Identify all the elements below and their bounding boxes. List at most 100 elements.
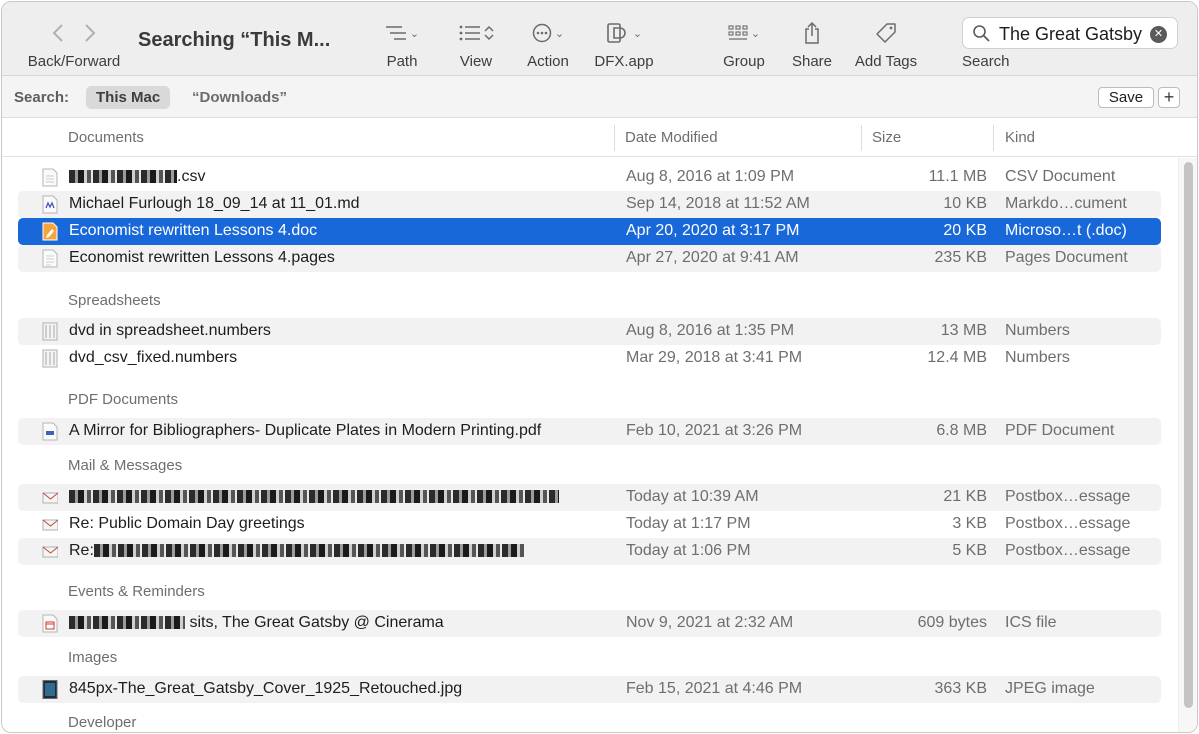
mail-message-icon — [42, 546, 58, 558]
file-kind: Postbox…essage — [1005, 515, 1131, 532]
redacted-text — [69, 616, 185, 630]
dfx-app-button[interactable]: ⌄ DFX.app — [586, 2, 662, 76]
table-row[interactable]: A Mirror for Bibliographers- Duplicate P… — [18, 418, 1161, 445]
table-row[interactable]: Economist rewritten Lessons 4.pages Apr … — [18, 245, 1161, 272]
file-size: 20 KB — [943, 222, 987, 239]
group-header-spreadsheets: Spreadsheets — [68, 292, 161, 309]
file-name: Re: — [69, 542, 94, 559]
vertical-scrollbar[interactable] — [1178, 158, 1197, 732]
file-size: 609 bytes — [917, 614, 987, 631]
date-modified: Apr 20, 2020 at 3:17 PM — [626, 222, 800, 239]
mail-message-icon — [42, 519, 58, 531]
table-row-selected[interactable]: Economist rewritten Lessons 4.doc Apr 20… — [18, 218, 1161, 245]
add-criteria-button[interactable]: + — [1158, 87, 1180, 108]
column-divider[interactable] — [614, 125, 615, 151]
file-size: 11.1 MB — [928, 168, 987, 185]
table-row[interactable]: Michael Furlough 18_09_14 at 11_01.md Se… — [18, 191, 1161, 218]
file-name: Re: Public Domain Day greetings — [69, 515, 305, 532]
scrollbar-thumb[interactable] — [1184, 162, 1193, 708]
column-date-modified[interactable]: Date Modified — [625, 129, 718, 146]
file-kind: ICS file — [1005, 614, 1057, 631]
file-kind: Numbers — [1005, 322, 1070, 339]
file-kind: Postbox…essage — [1005, 542, 1131, 559]
add-tags-button[interactable]: Add Tags — [848, 2, 924, 76]
file-name: Economist rewritten Lessons 4.doc — [69, 222, 318, 239]
results-list: .csv Aug 8, 2016 at 1:09 PM 11.1 MB CSV … — [2, 158, 1178, 732]
chevron-right-icon[interactable] — [84, 23, 96, 43]
chevron-down-icon: ⌄ — [632, 27, 643, 40]
file-name: dvd_csv_fixed.numbers — [69, 349, 238, 366]
mail-message-icon — [42, 492, 58, 504]
toolbar: Back/Forward Searching “This M... ⌄ Path… — [2, 2, 1197, 76]
scope-downloads-button[interactable]: “Downloads” — [192, 89, 287, 106]
file-name: Economist rewritten Lessons 4.pages — [69, 249, 335, 266]
table-row[interactable]: Re: Today at 1:06 PM 5 KB Postbox…essage — [18, 538, 1161, 565]
date-modified: Feb 10, 2021 at 3:26 PM — [626, 422, 803, 439]
search-field[interactable]: ✕ — [962, 17, 1178, 49]
numbers-file-icon — [42, 322, 58, 341]
file-size: 3 KB — [952, 515, 987, 532]
redacted-text — [93, 544, 524, 558]
chevron-down-icon: ⌄ — [554, 27, 565, 40]
back-forward-control[interactable]: Back/Forward — [20, 2, 128, 76]
image-file-icon — [42, 680, 58, 699]
date-modified: Feb 15, 2021 at 4:46 PM — [626, 680, 803, 697]
redacted-text — [69, 170, 177, 184]
file-kind: CSV Document — [1005, 168, 1116, 185]
date-modified: Today at 1:17 PM — [626, 515, 751, 532]
file-kind: Numbers — [1005, 349, 1070, 366]
file-size: 10 KB — [943, 195, 987, 212]
group-button[interactable]: ⌄ Group — [716, 2, 772, 76]
column-kind[interactable]: Kind — [1005, 129, 1035, 146]
table-row[interactable]: dvd_csv_fixed.numbers Mar 29, 2018 at 3:… — [18, 345, 1161, 372]
date-modified: Apr 27, 2020 at 9:41 AM — [626, 249, 799, 266]
action-button[interactable]: ⌄ Action — [520, 2, 576, 76]
file-kind: Postbox…essage — [1005, 488, 1131, 505]
add-tags-label: Add Tags — [854, 53, 918, 70]
column-header: Documents Date Modified Size Kind — [2, 119, 1197, 157]
file-name: .csv — [177, 168, 206, 185]
pdf-file-icon — [42, 422, 58, 441]
view-button[interactable]: View — [448, 2, 504, 76]
doc-file-icon — [42, 222, 58, 241]
table-row[interactable]: Today at 10:39 AM 21 KB Postbox…essage — [18, 484, 1161, 511]
table-row[interactable]: dvd in spreadsheet.numbers Aug 8, 2016 a… — [18, 318, 1161, 345]
date-modified: Today at 1:06 PM — [626, 542, 751, 559]
group-header-mail-messages: Mail & Messages — [68, 457, 183, 474]
file-size: 5 KB — [952, 542, 987, 559]
table-row[interactable]: 845px-The_Great_Gatsby_Cover_1925_Retouc… — [18, 676, 1161, 703]
redacted-text — [69, 490, 559, 504]
search-label: Search — [962, 53, 1010, 70]
column-size[interactable]: Size — [872, 129, 901, 146]
table-row[interactable]: sits, The Great Gatsby @ Cinerama Nov 9,… — [18, 610, 1161, 637]
search-input[interactable] — [999, 22, 1149, 46]
date-modified: Mar 29, 2018 at 3:41 PM — [626, 349, 803, 366]
window-title: Searching “This M... — [138, 29, 331, 51]
finder-window: Back/Forward Searching “This M... ⌄ Path… — [1, 1, 1198, 733]
table-row[interactable]: Re: Public Domain Day greetings Today at… — [18, 511, 1161, 538]
clear-search-icon[interactable]: ✕ — [1150, 26, 1167, 43]
dfx-app-label: DFX.app — [594, 53, 654, 70]
file-kind: JPEG image — [1005, 680, 1095, 697]
search-scope-bar: Search: This Mac “Downloads” Save + — [2, 76, 1197, 118]
file-size: 21 KB — [943, 488, 987, 505]
scope-this-mac-button[interactable]: This Mac — [86, 86, 171, 109]
file-name: A Mirror for Bibliographers- Duplicate P… — [69, 422, 542, 439]
column-divider[interactable] — [861, 125, 862, 151]
column-documents[interactable]: Documents — [68, 129, 144, 146]
table-row[interactable]: .csv Aug 8, 2016 at 1:09 PM 11.1 MB CSV … — [18, 164, 1161, 191]
calendar-file-icon — [42, 614, 58, 633]
file-size: 235 KB — [934, 249, 987, 266]
path-button[interactable]: ⌄ Path — [374, 2, 430, 76]
column-divider[interactable] — [993, 125, 994, 151]
chevron-down-icon: ⌄ — [409, 27, 420, 40]
save-search-button[interactable]: Save — [1098, 87, 1154, 108]
numbers-file-icon — [42, 349, 58, 368]
share-button[interactable]: Share — [788, 2, 836, 76]
file-name: 845px-The_Great_Gatsby_Cover_1925_Retouc… — [69, 680, 463, 697]
markdown-file-icon — [42, 195, 58, 214]
chevron-down-icon: ⌄ — [750, 27, 761, 40]
list-view-icon — [459, 25, 480, 41]
file-size: 13 MB — [940, 322, 987, 339]
chevron-left-icon[interactable] — [52, 23, 64, 43]
